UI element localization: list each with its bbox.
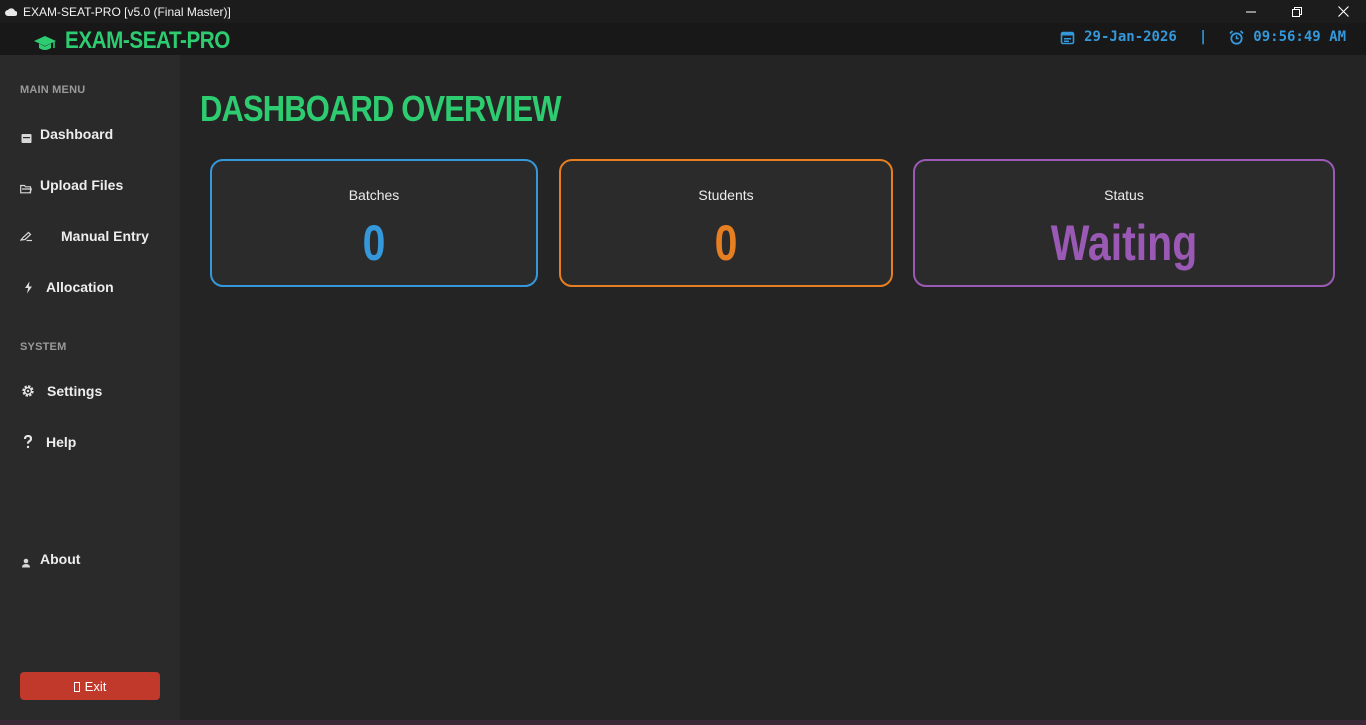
graduation-cap-icon — [34, 36, 56, 50]
date-time-separator: | — [1198, 29, 1208, 45]
brand-title: EXAM-SEAT-PRO — [65, 27, 230, 54]
restore-icon — [1292, 6, 1302, 17]
date-text: 29-Jan-2026 — [1084, 29, 1177, 45]
students-value: 0 — [714, 215, 738, 271]
batches-label: Batches — [348, 187, 400, 203]
brand: EXAM-SEAT-PRO — [34, 27, 257, 55]
status-label: Status — [1104, 187, 1144, 203]
date-time-display: 29-Jan-2026 | 09:56:49 AM — [1060, 29, 1346, 45]
app-header: EXAM-SEAT-PRO 29-Jan-2026 | 09:56:49 AM — [0, 23, 1366, 55]
minimize-icon — [1246, 11, 1256, 12]
system-label: SYSTEM — [20, 341, 67, 353]
gear-icon — [21, 384, 35, 398]
sidebar-item-about[interactable]: About — [0, 539, 180, 579]
time-text: 09:56:49 AM — [1253, 29, 1346, 45]
alarm-clock-icon — [1229, 29, 1244, 45]
sidebar-item-label: Manual Entry — [61, 228, 149, 244]
sidebar: MAIN MENU Dashboard Upload Files Manual … — [0, 55, 180, 720]
exit-icon — [73, 682, 80, 692]
main-menu-label: MAIN MENU — [20, 84, 86, 96]
sidebar-item-label: Dashboard — [40, 126, 114, 142]
students-label: Students — [698, 187, 754, 203]
page-title: DASHBOARD OVERVIEW — [200, 88, 562, 129]
window-controls — [1228, 0, 1366, 23]
students-card: Students 0 — [559, 159, 893, 287]
folder-icon — [19, 182, 33, 196]
sidebar-item-allocation[interactable]: Allocation — [0, 267, 180, 307]
close-button[interactable] — [1320, 0, 1366, 23]
sidebar-item-help[interactable]: Help — [0, 422, 180, 462]
close-icon — [1337, 6, 1349, 17]
status-card: Status Waiting — [913, 159, 1335, 287]
batches-card: Batches 0 — [210, 159, 538, 287]
sidebar-item-settings[interactable]: Settings — [0, 371, 180, 411]
minimize-button[interactable] — [1228, 0, 1274, 23]
exit-button[interactable]: Exit — [20, 672, 160, 700]
sidebar-item-label: About — [40, 551, 81, 567]
sidebar-item-manual-entry[interactable]: Manual Entry — [0, 216, 180, 256]
sidebar-item-label: Help — [46, 434, 77, 450]
sidebar-item-label: Allocation — [46, 279, 114, 295]
app-icon — [5, 7, 17, 16]
sidebar-item-label: Settings — [47, 383, 103, 399]
restore-button[interactable] — [1274, 0, 1320, 23]
sidebar-item-dashboard[interactable]: Dashboard — [0, 114, 180, 154]
sidebar-item-label: Upload Files — [40, 177, 124, 193]
status-value: Waiting — [1050, 215, 1198, 271]
main-content: DASHBOARD OVERVIEW Batches 0 Students 0 … — [180, 55, 1366, 720]
batches-value: 0 — [362, 215, 386, 271]
calendar-icon — [1060, 31, 1075, 44]
edit-icon — [19, 229, 33, 243]
window-titlebar: EXAM-SEAT-PRO [v5.0 (Final Master)] — [0, 0, 1366, 23]
dashboard-icon — [19, 131, 33, 145]
bottom-edge — [0, 720, 1366, 725]
window-title: EXAM-SEAT-PRO [v5.0 (Final Master)] — [23, 4, 231, 19]
lightning-icon — [21, 280, 35, 294]
exit-label: Exit — [84, 678, 107, 694]
user-icon — [19, 556, 33, 570]
sidebar-item-upload-files[interactable]: Upload Files — [0, 165, 180, 205]
question-icon — [21, 435, 35, 449]
